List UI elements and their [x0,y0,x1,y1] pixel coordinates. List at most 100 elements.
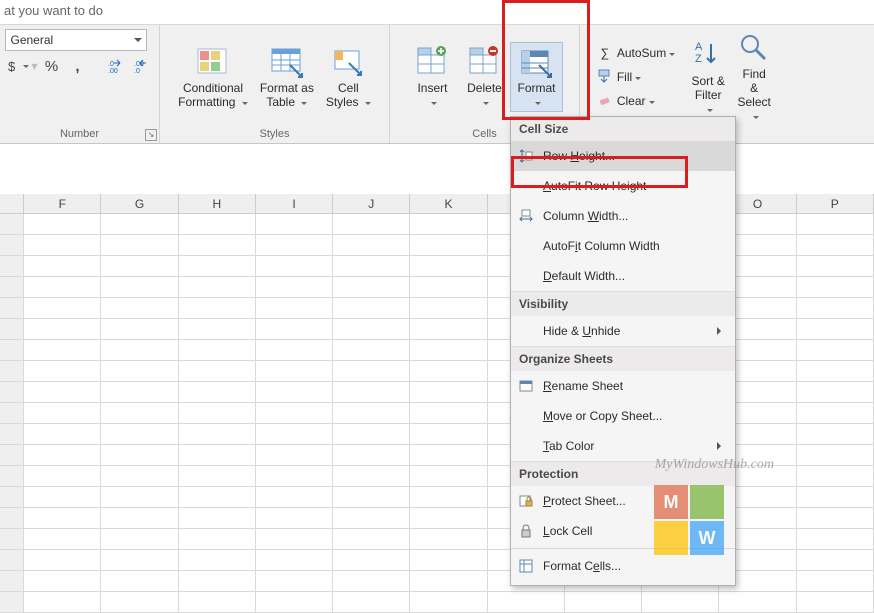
cell[interactable] [256,571,333,592]
cell[interactable] [333,340,410,361]
cell[interactable] [256,487,333,508]
format-as-table-button[interactable]: Format asTable [254,43,320,111]
cell[interactable] [410,403,487,424]
menu-rename-sheet[interactable]: Rename Sheet [511,371,735,401]
cell[interactable] [179,487,256,508]
cell[interactable] [101,277,178,298]
cell[interactable] [333,592,410,613]
cell[interactable] [797,256,874,277]
cell[interactable] [410,445,487,466]
accounting-format-button[interactable]: $ [5,55,29,77]
cell[interactable] [179,508,256,529]
cell[interactable] [797,424,874,445]
cell[interactable] [410,466,487,487]
cell[interactable] [179,529,256,550]
cell[interactable] [333,235,410,256]
cell[interactable] [333,256,410,277]
format-button[interactable]: Format [510,42,562,112]
cell[interactable] [101,298,178,319]
grid-row[interactable] [0,466,874,487]
cell[interactable] [797,550,874,571]
number-dialog-launcher[interactable]: ↘ [145,129,157,141]
cell[interactable] [24,487,101,508]
cell[interactable] [179,382,256,403]
cell[interactable] [101,214,178,235]
percent-style-button[interactable]: % [40,55,64,77]
cell[interactable] [24,298,101,319]
cell[interactable] [333,571,410,592]
cell[interactable] [410,571,487,592]
grid-row[interactable] [0,382,874,403]
cell[interactable] [642,592,719,613]
cell[interactable] [101,382,178,403]
cell[interactable] [256,235,333,256]
cell[interactable] [24,235,101,256]
cell[interactable] [797,466,874,487]
grid-row[interactable] [0,256,874,277]
cell[interactable] [101,571,178,592]
grid-row[interactable] [0,340,874,361]
cell[interactable] [256,361,333,382]
cell[interactable] [179,298,256,319]
cell[interactable] [565,592,642,613]
grid-row[interactable] [0,298,874,319]
cell[interactable] [797,277,874,298]
cell[interactable] [179,403,256,424]
cell[interactable] [333,403,410,424]
grid-row[interactable] [0,214,874,235]
cell[interactable] [101,256,178,277]
cell[interactable] [333,550,410,571]
fill-button[interactable]: Fill [593,66,679,88]
cell[interactable] [179,256,256,277]
col-hdr[interactable]: G [101,194,178,213]
cell[interactable] [24,277,101,298]
cell[interactable] [410,361,487,382]
cell[interactable] [333,466,410,487]
menu-column-width[interactable]: Column Width... [511,201,735,231]
menu-autofit-col[interactable]: AutoFit Column Width [511,231,735,261]
cell[interactable] [410,508,487,529]
cell[interactable] [333,361,410,382]
cell[interactable] [797,445,874,466]
cell[interactable] [256,550,333,571]
cell[interactable] [101,508,178,529]
menu-tab-color[interactable]: Tab Color [511,431,735,461]
cell[interactable] [24,424,101,445]
cell[interactable] [333,214,410,235]
cell[interactable] [101,529,178,550]
increase-decimal-button[interactable]: .0.00 [104,55,128,77]
cell[interactable] [797,319,874,340]
cell[interactable] [256,508,333,529]
cell[interactable] [101,403,178,424]
cell[interactable] [101,550,178,571]
cell[interactable] [179,592,256,613]
cell[interactable] [256,424,333,445]
cell[interactable] [179,277,256,298]
cell[interactable] [797,235,874,256]
grid-row[interactable] [0,550,874,571]
conditional-formatting-button[interactable]: ConditionalFormatting [172,43,254,111]
cell[interactable] [797,361,874,382]
cell[interactable] [24,550,101,571]
cell[interactable] [410,424,487,445]
cell[interactable] [256,403,333,424]
cell[interactable] [101,487,178,508]
comma-style-button[interactable]: , [66,55,90,77]
cell[interactable] [179,214,256,235]
cell[interactable] [797,571,874,592]
cell[interactable] [24,529,101,550]
cell[interactable] [101,319,178,340]
worksheet[interactable]: F G H I J K L M N O P [0,194,874,613]
cell[interactable] [333,508,410,529]
grid-row[interactable] [0,592,874,613]
cell[interactable] [410,529,487,550]
cell[interactable] [797,508,874,529]
cell[interactable] [410,592,487,613]
cell[interactable] [333,487,410,508]
cell[interactable] [797,340,874,361]
grid-row[interactable] [0,529,874,550]
grid-row[interactable] [0,487,874,508]
cell[interactable] [256,298,333,319]
cell[interactable] [256,214,333,235]
cell-styles-button[interactable]: CellStyles [320,43,377,111]
